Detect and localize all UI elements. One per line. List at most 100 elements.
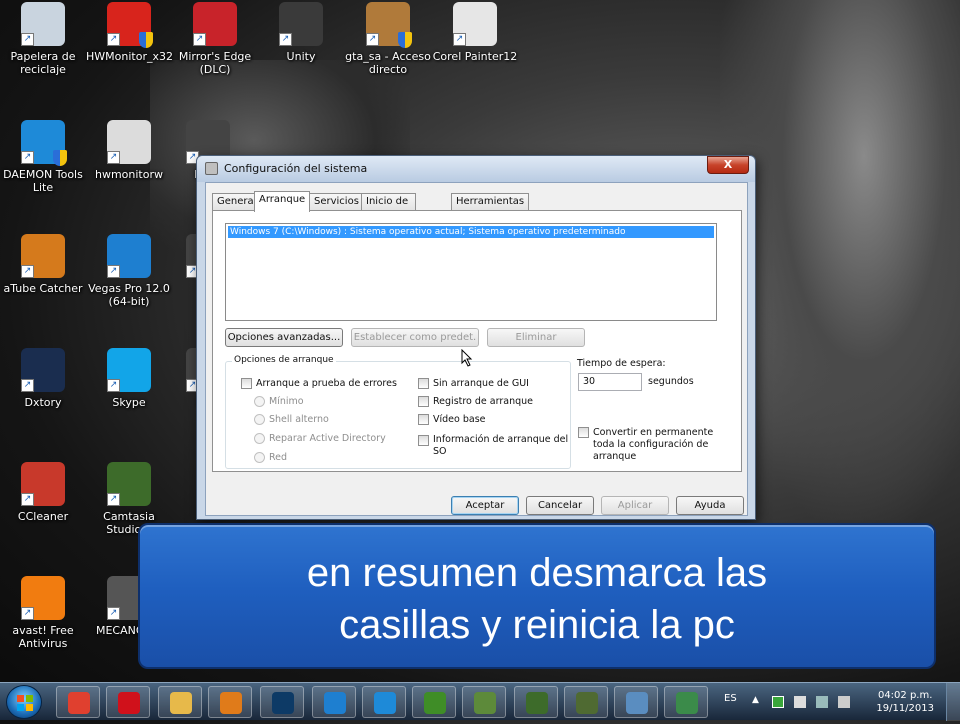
shortcut-arrow-icon: ↗ xyxy=(107,265,120,278)
taskbar-task-manager-button[interactable] xyxy=(664,686,708,718)
base-video-checkbox[interactable] xyxy=(418,414,429,425)
cancel-button[interactable]: Cancelar xyxy=(526,496,594,515)
camtasia-icon xyxy=(526,692,548,714)
advanced-options-button[interactable]: Opciones avanzadas... xyxy=(225,328,343,347)
desktop-icon-label: Skype xyxy=(112,396,146,409)
desktop-icon[interactable]: ↗ Dxtory xyxy=(0,348,86,409)
apply-button[interactable]: Aplicar xyxy=(601,496,669,515)
tab-servicios[interactable]: Servicios xyxy=(309,193,364,211)
desktop-icon[interactable]: ↗ Mirror's Edge (DLC) xyxy=(172,2,258,76)
boot-log-checkbox[interactable] xyxy=(418,396,429,407)
safe-boot-checkbox[interactable] xyxy=(241,378,252,389)
desktop-icon[interactable]: ↗ gta_sa - Acceso directo xyxy=(345,2,431,76)
set-default-button[interactable]: Establecer como predet. xyxy=(351,328,479,347)
tab-herramientas[interactable]: Herramientas xyxy=(451,193,530,211)
os-info-checkbox[interactable] xyxy=(418,435,429,446)
minimal-radio[interactable] xyxy=(254,396,265,407)
help-button[interactable]: Ayuda xyxy=(676,496,744,515)
caption-line-1: en resumen desmarca las xyxy=(306,551,768,595)
network-icon[interactable] xyxy=(816,696,828,708)
minimal-label: Mínimo xyxy=(269,396,304,407)
desktop-icon-label: Corel Painter12 xyxy=(432,50,518,63)
close-button[interactable]: X xyxy=(707,156,749,174)
flag-icon[interactable] xyxy=(794,696,806,708)
task-manager-icon xyxy=(676,692,698,714)
permanent-label-cont: toda la configuración de xyxy=(593,439,709,450)
shortcut-arrow-icon: ↗ xyxy=(107,493,120,506)
tray-app-icon[interactable] xyxy=(772,696,784,708)
desktop-icon[interactable]: ↗ Unity xyxy=(258,2,344,63)
desktop-icon[interactable]: ↗ HWMonitor_x32 xyxy=(86,2,173,63)
repair-ad-radio[interactable] xyxy=(254,433,265,444)
desktop-icon[interactable]: ↗ hwmonitorw xyxy=(86,120,172,181)
taskbar-msconfig-button[interactable] xyxy=(614,686,658,718)
vegas-icon xyxy=(324,692,346,714)
network-radio[interactable] xyxy=(254,452,265,463)
clock[interactable]: 04:02 p.m. 19/11/2013 xyxy=(876,689,934,715)
desktop-icon-label: aTube Catcher xyxy=(3,282,83,295)
desktop-icon[interactable]: ↗ Vegas Pro 12.0 (64-bit) xyxy=(86,234,172,308)
taskbar-camtasia-button[interactable] xyxy=(514,686,558,718)
no-gui-label: Sin arranque de GUI xyxy=(433,378,529,389)
desktop-icon-label: Papelera de reciclaje xyxy=(10,50,76,76)
taskbar-utorrent-button[interactable] xyxy=(412,686,456,718)
desktop-icon[interactable]: ↗ Corel Painter12 xyxy=(432,2,518,63)
media-player-icon xyxy=(220,692,242,714)
system-tray: ES ▲ 04:02 p.m. 19/11/2013 xyxy=(712,683,960,721)
desktop-icon[interactable]: ↗ DAEMON Tools Lite xyxy=(0,120,86,194)
daemon-tools-icon xyxy=(374,692,396,714)
show-desktop-button[interactable] xyxy=(946,683,960,721)
opera-icon xyxy=(118,692,140,714)
app-icon: ↗ xyxy=(366,2,412,48)
os-list[interactable]: Windows 7 (C:\Windows) : Sistema operati… xyxy=(225,223,717,321)
taskbar-chrome-button[interactable] xyxy=(56,686,100,718)
ok-button[interactable]: Aceptar xyxy=(451,496,519,515)
app-icon: ↗ xyxy=(107,2,153,48)
tab-inicio-windows[interactable]: Inicio de Windows xyxy=(361,193,416,223)
taskbar-daemon-tools-button[interactable] xyxy=(362,686,406,718)
app-icon: ↗ xyxy=(21,120,67,166)
desktop-icon[interactable]: ↗ CCleaner xyxy=(0,462,86,523)
desktop-icon-label: Unity xyxy=(286,50,316,63)
app-icon: ↗ xyxy=(21,462,65,506)
taskbar-media-player-button[interactable] xyxy=(208,686,252,718)
permanent-label-end: arranque xyxy=(593,451,637,462)
delete-button[interactable]: Eliminar xyxy=(487,328,585,347)
volume-icon[interactable] xyxy=(838,696,850,708)
boot-options-group: Opciones de arranque Arranque a prueba d… xyxy=(225,355,571,469)
language-indicator[interactable]: ES xyxy=(724,693,737,704)
shortcut-arrow-icon: ↗ xyxy=(107,379,120,392)
timeout-input[interactable]: 30 xyxy=(578,373,642,391)
permanent-checkbox[interactable] xyxy=(578,427,589,438)
timeout-unit: segundos xyxy=(648,376,694,387)
clock-date: 19/11/2013 xyxy=(876,703,934,714)
taskbar-camtasia-recorder-button[interactable] xyxy=(564,686,608,718)
taskbar-vegas-button[interactable] xyxy=(312,686,356,718)
shortcut-arrow-icon: ↗ xyxy=(107,151,120,164)
no-gui-checkbox[interactable] xyxy=(418,378,429,389)
taskbar-opera-button[interactable] xyxy=(106,686,150,718)
desktop-icon[interactable]: ↗ aTube Catcher xyxy=(0,234,86,295)
shortcut-arrow-icon: ↗ xyxy=(107,33,120,46)
app-icon: ↗ xyxy=(107,120,151,164)
tab-arranque[interactable]: Arranque xyxy=(254,191,311,212)
tray-expand-icon[interactable]: ▲ xyxy=(752,695,764,707)
app-icon: ↗ xyxy=(107,348,151,392)
dialog-titlebar[interactable]: Configuración del sistema X xyxy=(197,156,755,182)
desktop-icon-label: Mirror's Edge (DLC) xyxy=(178,50,252,76)
alt-shell-radio[interactable] xyxy=(254,414,265,425)
repair-ad-label: Reparar Active Directory xyxy=(269,433,386,444)
shortcut-arrow-icon: ↗ xyxy=(453,33,466,46)
os-list-item[interactable]: Windows 7 (C:\Windows) : Sistema operati… xyxy=(228,226,714,238)
start-button[interactable] xyxy=(6,685,42,719)
taskbar-explorer-button[interactable] xyxy=(158,686,202,718)
desktop-icon[interactable]: ↗ Skype xyxy=(86,348,172,409)
taskbar-photoshop-button[interactable] xyxy=(260,686,304,718)
desktop-icon[interactable]: ↗ Papelera de reciclaje xyxy=(0,2,86,76)
shortcut-arrow-icon: ↗ xyxy=(21,379,34,392)
taskbar-minecraft-button[interactable] xyxy=(462,686,506,718)
desktop-icon[interactable]: ↗ avast! Free Antivirus xyxy=(0,576,86,650)
desktop-icon-label: DAEMON Tools Lite xyxy=(3,168,83,194)
os-info-label: Información de arranque del xyxy=(433,434,569,445)
shortcut-arrow-icon: ↗ xyxy=(107,607,120,620)
